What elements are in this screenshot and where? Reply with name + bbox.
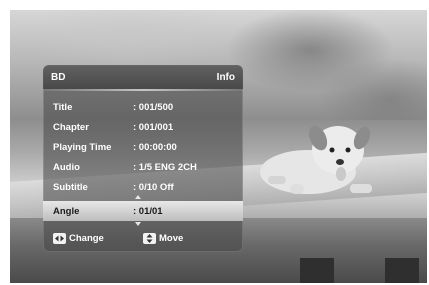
- row-value: : 001/001: [133, 122, 174, 133]
- row-label: Chapter: [53, 122, 89, 133]
- row-label: Title: [53, 102, 73, 113]
- left-right-arrows-icon: [53, 233, 66, 244]
- info-panel-header: BD Info: [43, 65, 243, 89]
- row-value: : 001/500: [133, 102, 174, 113]
- info-row-playing-time[interactable]: Playing Time : 00:00:00: [43, 137, 243, 157]
- info-label: Info: [216, 72, 235, 83]
- row-value: : 0/10 Off: [133, 182, 174, 193]
- tv-screen: BD Info Title : 001/500 Chapter : 001/00…: [10, 10, 427, 283]
- row-label: Audio: [53, 162, 80, 173]
- row-value: : 01/01: [133, 206, 163, 217]
- row-label: Angle: [53, 206, 80, 217]
- move-hint: Move: [143, 233, 183, 247]
- up-down-arrows-icon: [143, 233, 156, 244]
- scroll-up-icon: [135, 195, 141, 199]
- disc-type-label: BD: [51, 72, 66, 83]
- info-row-subtitle[interactable]: Subtitle : 0/10 Off: [43, 177, 243, 197]
- info-row-audio[interactable]: Audio : 1/5 ENG 2CH: [43, 157, 243, 177]
- move-label: Move: [159, 233, 184, 244]
- row-label: Subtitle: [53, 182, 88, 193]
- scroll-down-icon: [135, 222, 141, 226]
- info-panel-footer: Change Move: [43, 227, 243, 252]
- header-divider: [43, 89, 243, 91]
- table-leg: [300, 258, 334, 283]
- row-label: Playing Time: [53, 142, 112, 153]
- info-panel: BD Info Title : 001/500 Chapter : 001/00…: [43, 65, 243, 252]
- row-value: : 1/5 ENG 2CH: [133, 162, 197, 173]
- row-value: : 00:00:00: [133, 142, 177, 153]
- change-label: Change: [69, 233, 104, 244]
- change-hint: Change: [53, 233, 104, 247]
- info-row-title[interactable]: Title : 001/500: [43, 97, 243, 117]
- info-row-angle[interactable]: Angle : 01/01: [43, 201, 243, 221]
- table-leg: [385, 258, 419, 283]
- puppy-image: [260, 125, 372, 194]
- info-row-chapter[interactable]: Chapter : 001/001: [43, 117, 243, 137]
